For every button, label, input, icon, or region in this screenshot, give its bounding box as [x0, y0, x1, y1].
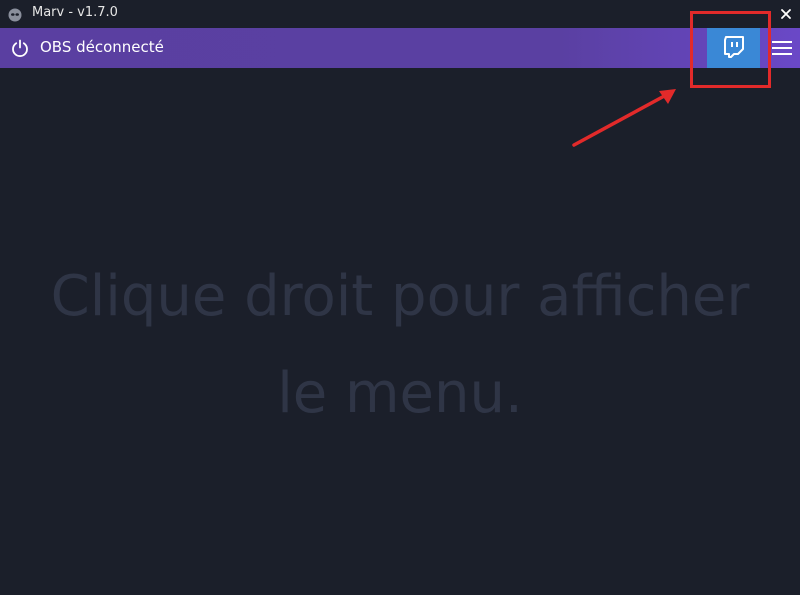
empty-state-message: Clique droit pour afficher le menu. — [20, 248, 780, 442]
obs-status-label: OBS déconnecté — [40, 38, 164, 56]
window-titlebar: Marv - v1.7.0 — [0, 0, 800, 28]
obs-connection-button[interactable]: OBS déconnecté — [0, 28, 220, 68]
hamburger-menu-icon — [772, 41, 792, 55]
empty-message-line-2: le menu. — [277, 361, 523, 426]
hamburger-menu-button[interactable] — [764, 28, 800, 68]
app-window: Marv - v1.7.0 OBS déconnecté Clique droi… — [0, 0, 800, 595]
twitch-button[interactable] — [707, 28, 760, 68]
marv-logo-icon — [8, 8, 22, 22]
close-button[interactable] — [772, 0, 800, 28]
power-icon — [12, 39, 28, 57]
main-area[interactable]: Clique droit pour afficher le menu. — [0, 68, 800, 595]
close-icon — [781, 9, 791, 19]
top-toolbar: OBS déconnecté — [0, 28, 800, 68]
window-title: Marv - v1.7.0 — [32, 5, 118, 20]
twitch-icon — [723, 36, 744, 58]
empty-message-line-1: Clique droit pour afficher — [50, 264, 750, 329]
